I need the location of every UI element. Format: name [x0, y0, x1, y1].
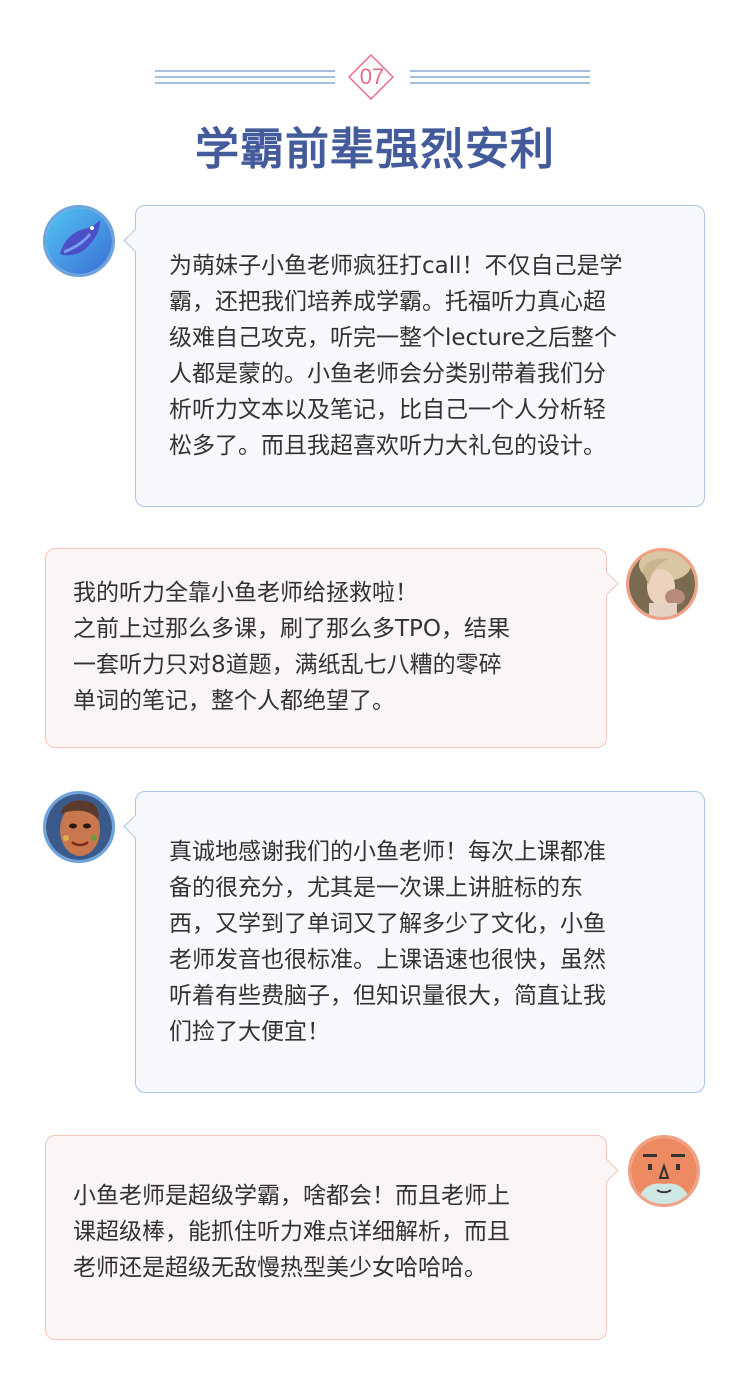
testimonial-bubble-1: 为萌妹子小鱼老师疯狂打call！不仅自己是学 霸，还把我们培养成学霸。托福听力真… — [123, 205, 705, 507]
left-decor-lines — [155, 70, 335, 84]
right-decor-lines — [410, 70, 590, 84]
bird-avatar-icon — [43, 205, 115, 277]
testimonial-text-1: 为萌妹子小鱼老师疯狂打call！不仅自己是学 霸，还把我们培养成学霸。托福听力真… — [169, 253, 623, 459]
section-header: 07 学霸前辈强烈安利 — [0, 0, 750, 190]
testimonial-text-4: 小鱼老师是超级学霸，啥都会！而且老师上 课超级棒，能抓住听力难点详细解析，而且 … — [73, 1183, 510, 1281]
testimonial-text-2: 我的听力全靠小鱼老师给拯救啦！ 之前上过那么多课，刷了那么多TPO，结果 一套听… — [73, 580, 511, 714]
cartoon-face-avatar — [628, 1135, 700, 1207]
woman-portrait-avatar — [626, 548, 698, 620]
painted-face-avatar — [43, 791, 115, 863]
testimonial-text-3: 真诚地感谢我们的小鱼老师！每次上课都准 备的很充分，尤其是一次课上讲脏标的东 西… — [169, 839, 606, 1045]
testimonial-bubble-2: 我的听力全靠小鱼老师给拯救啦！ 之前上过那么多课，刷了那么多TPO，结果 一套听… — [45, 548, 619, 748]
testimonial-bubble-3: 真诚地感谢我们的小鱼老师！每次上课都准 备的很充分，尤其是一次课上讲脏标的东 西… — [123, 791, 705, 1093]
testimonial-bubble-4: 小鱼老师是超级学霸，啥都会！而且老师上 课超级棒，能抓住听力难点详细解析，而且 … — [45, 1135, 619, 1340]
section-number: 07 — [359, 64, 385, 89]
section-title: 学霸前辈强烈安利 — [195, 124, 555, 175]
